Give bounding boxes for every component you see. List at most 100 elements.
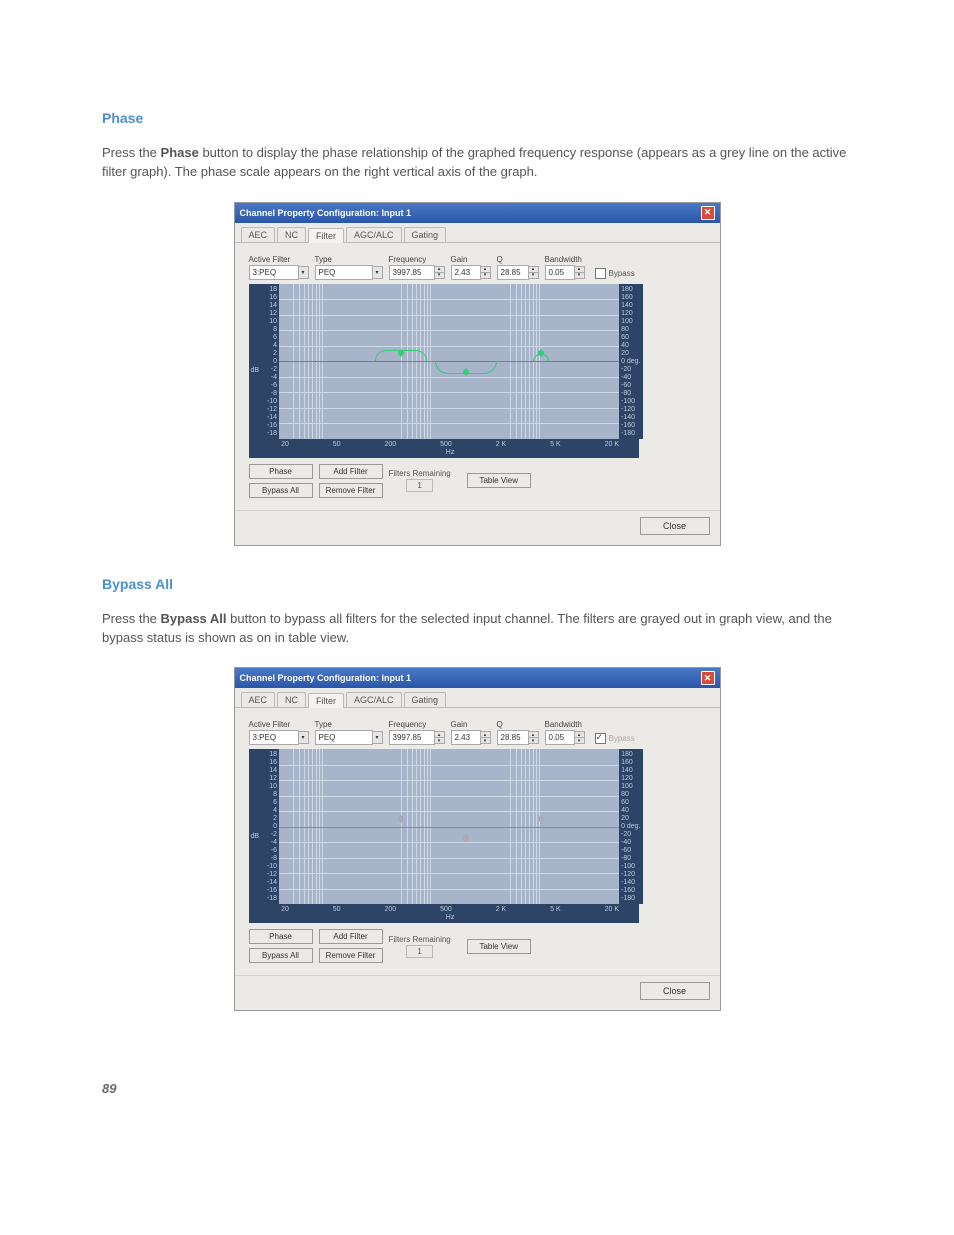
label-gain: Gain bbox=[451, 255, 491, 264]
table-view-button[interactable]: Table View bbox=[467, 939, 531, 954]
tab-bar: AEC NC Filter AGC/ALC Gating bbox=[235, 223, 720, 243]
label-bypass: Bypass bbox=[609, 734, 635, 743]
filters-remaining: Filters Remaining 1 bbox=[389, 935, 451, 958]
filters-remaining: Filters Remaining 1 bbox=[389, 469, 451, 492]
spinner-icon[interactable]: ▴▾ bbox=[435, 266, 445, 279]
figure-bypass-all: Channel Property Configuration: Input 1 … bbox=[102, 667, 852, 1011]
zero-line bbox=[279, 827, 619, 828]
label-bandwidth: Bandwidth bbox=[545, 255, 585, 264]
text: button to display the phase relationship… bbox=[102, 145, 846, 179]
plot-area[interactable] bbox=[279, 749, 619, 904]
chevron-down-icon: ▾ bbox=[299, 266, 309, 279]
spinner-icon[interactable]: ▴▾ bbox=[481, 731, 491, 744]
add-filter-button[interactable]: Add Filter bbox=[319, 464, 383, 479]
bold-term: Phase bbox=[161, 145, 199, 160]
spinner-icon[interactable]: ▴▾ bbox=[435, 731, 445, 744]
dialog-channel-property: Channel Property Configuration: Input 1 … bbox=[234, 667, 721, 1011]
filter-node[interactable] bbox=[538, 816, 544, 822]
y-axis-left-ticks: 181614121086420-2-4-6-8-10-12-14-16-18 bbox=[261, 284, 279, 439]
filter-controls-row: Active Filter 3:PEQ▾ Type PEQ▾ Frequency… bbox=[249, 720, 706, 745]
dropdown-active-filter[interactable]: 3:PEQ▾ bbox=[249, 265, 309, 280]
bypass-all-button[interactable]: Bypass All bbox=[249, 483, 313, 498]
label-q: Q bbox=[497, 255, 539, 264]
section-text-phase: Press the Phase button to display the ph… bbox=[102, 144, 852, 182]
plot-area[interactable] bbox=[279, 284, 619, 439]
button-row: Phase Bypass All Add Filter Remove Filte… bbox=[249, 929, 706, 963]
x-axis-ticks: 20502005002 K5 K20 K bbox=[261, 439, 639, 449]
close-icon[interactable]: ✕ bbox=[701, 671, 715, 685]
chevron-down-icon: ▾ bbox=[299, 731, 309, 744]
x-axis-label: Hz bbox=[261, 449, 639, 458]
section-title-bypass-all: Bypass All bbox=[102, 576, 852, 592]
input-frequency[interactable]: 3997.85▴▾ bbox=[389, 730, 445, 745]
tab-gating[interactable]: Gating bbox=[404, 227, 447, 242]
filter-node[interactable] bbox=[463, 369, 469, 375]
input-gain[interactable]: 2.43▴▾ bbox=[451, 265, 491, 280]
input-bandwidth[interactable]: 0.05▴▾ bbox=[545, 265, 585, 280]
spinner-icon[interactable]: ▴▾ bbox=[529, 731, 539, 744]
close-button[interactable]: Close bbox=[640, 982, 710, 1000]
remove-filter-button[interactable]: Remove Filter bbox=[319, 948, 383, 963]
tab-agc-alc[interactable]: AGC/ALC bbox=[346, 227, 402, 242]
dialog-titlebar: Channel Property Configuration: Input 1 … bbox=[235, 203, 720, 223]
page-number: 89 bbox=[102, 1081, 852, 1096]
remove-filter-button[interactable]: Remove Filter bbox=[319, 483, 383, 498]
section-text-bypass-all: Press the Bypass All button to bypass al… bbox=[102, 610, 852, 648]
filter-node[interactable] bbox=[463, 835, 469, 841]
spinner-icon[interactable]: ▴▾ bbox=[575, 731, 585, 744]
input-q[interactable]: 28.85▴▾ bbox=[497, 730, 539, 745]
label-bypass: Bypass bbox=[609, 269, 635, 278]
x-axis-ticks: 20502005002 K5 K20 K bbox=[261, 904, 639, 914]
input-frequency[interactable]: 3997.85▴▾ bbox=[389, 265, 445, 280]
chevron-down-icon: ▾ bbox=[373, 266, 383, 279]
close-icon[interactable]: ✕ bbox=[701, 206, 715, 220]
spinner-icon[interactable]: ▴▾ bbox=[529, 266, 539, 279]
spinner-icon[interactable]: ▴▾ bbox=[575, 266, 585, 279]
checkbox-bypass[interactable] bbox=[595, 268, 606, 279]
label-gain: Gain bbox=[451, 720, 491, 729]
add-filter-button[interactable]: Add Filter bbox=[319, 929, 383, 944]
tab-nc[interactable]: NC bbox=[277, 692, 306, 707]
dropdown-type[interactable]: PEQ▾ bbox=[315, 265, 383, 280]
filter-node[interactable] bbox=[538, 350, 544, 356]
input-q[interactable]: 28.85▴▾ bbox=[497, 265, 539, 280]
y-axis-left-label: dB bbox=[249, 284, 262, 458]
phase-button[interactable]: Phase bbox=[249, 464, 313, 479]
tab-gating[interactable]: Gating bbox=[404, 692, 447, 707]
filters-remaining-count: 1 bbox=[406, 945, 432, 958]
bold-term: Bypass All bbox=[161, 611, 227, 626]
input-gain[interactable]: 2.43▴▾ bbox=[451, 730, 491, 745]
filter-node[interactable] bbox=[398, 350, 404, 356]
input-bandwidth[interactable]: 0.05▴▾ bbox=[545, 730, 585, 745]
filter-graph: dB 181614121086420-2-4-6-8-10-12-14-16-1… bbox=[249, 749, 706, 923]
spinner-icon[interactable]: ▴▾ bbox=[481, 266, 491, 279]
label-frequency: Frequency bbox=[389, 720, 445, 729]
filter-controls-row: Active Filter 3:PEQ▾ Type PEQ▾ Frequency… bbox=[249, 255, 706, 280]
figure-phase: Channel Property Configuration: Input 1 … bbox=[102, 202, 852, 546]
dropdown-type[interactable]: PEQ▾ bbox=[315, 730, 383, 745]
phase-button[interactable]: Phase bbox=[249, 929, 313, 944]
tab-aec[interactable]: AEC bbox=[241, 692, 276, 707]
y-axis-left-ticks: 181614121086420-2-4-6-8-10-12-14-16-18 bbox=[261, 749, 279, 904]
chevron-down-icon: ▾ bbox=[373, 731, 383, 744]
tab-aec[interactable]: AEC bbox=[241, 227, 276, 242]
y-axis-right-ticks: 180160140120100806040200 deg.-20-40-60-8… bbox=[619, 284, 643, 439]
section-title-phase: Phase bbox=[102, 110, 852, 126]
text: Press the bbox=[102, 145, 161, 160]
label-bandwidth: Bandwidth bbox=[545, 720, 585, 729]
tab-filter[interactable]: Filter bbox=[308, 228, 344, 243]
bypass-all-button[interactable]: Bypass All bbox=[249, 948, 313, 963]
label-q: Q bbox=[497, 720, 539, 729]
x-axis-label: Hz bbox=[261, 914, 639, 923]
dialog-channel-property: Channel Property Configuration: Input 1 … bbox=[234, 202, 721, 546]
text: Press the bbox=[102, 611, 161, 626]
y-axis-left-label: dB bbox=[249, 749, 262, 923]
filter-node[interactable] bbox=[398, 816, 404, 822]
checkbox-bypass[interactable] bbox=[595, 733, 606, 744]
dropdown-active-filter[interactable]: 3:PEQ▾ bbox=[249, 730, 309, 745]
table-view-button[interactable]: Table View bbox=[467, 473, 531, 488]
close-button[interactable]: Close bbox=[640, 517, 710, 535]
tab-filter[interactable]: Filter bbox=[308, 693, 344, 708]
tab-agc-alc[interactable]: AGC/ALC bbox=[346, 692, 402, 707]
tab-nc[interactable]: NC bbox=[277, 227, 306, 242]
